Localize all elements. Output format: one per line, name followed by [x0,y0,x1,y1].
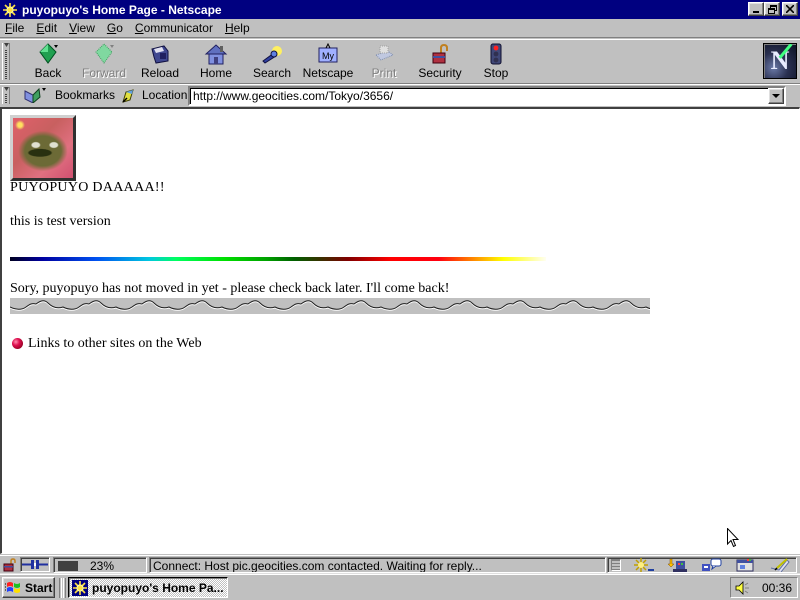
windows-logo-icon [5,580,22,595]
start-label: Start [25,580,53,595]
notice-text: Sory, puyopuyo has not moved in yet - pl… [10,281,450,296]
menu-file-rest: ile [12,21,25,35]
back-button[interactable]: Back [20,42,76,82]
mailbox-icon[interactable] [667,558,689,572]
home-icon [204,43,228,65]
print-icon [372,43,396,65]
menu-bar: File Edit View Go Communicator Help [0,19,800,38]
discussion-groups-icon[interactable] [701,558,723,572]
home-button[interactable]: Home [188,42,244,82]
page-subtext: this is test version [10,214,111,229]
menu-go-rest: o [116,21,123,35]
component-bar-grip[interactable] [611,559,621,571]
url-input[interactable] [188,86,786,106]
system-tray: 00:36 [730,577,798,598]
taskbar-netscape-window-button[interactable]: puyopuyo's Home Pa... [68,577,228,598]
svg-text:My: My [322,51,334,61]
netscape-logo[interactable]: N [763,43,797,79]
bookmarks-icon[interactable] [24,87,46,105]
toolbar-grip-handle[interactable] [2,43,10,80]
volume-speaker-icon[interactable] [734,580,750,596]
menu-communicator[interactable]: Communicator [129,21,219,35]
windows-taskbar: Start puyopuyo's Home Pa... 00:36 [0,573,800,600]
navigation-toolbar: Back Forward Reload Home Search My Netsc… [0,39,800,84]
security-lock-icon [428,43,452,65]
clock: 00:36 [762,580,793,595]
composer-edit-icon[interactable] [769,558,791,573]
component-bar [607,557,797,573]
my-netscape-icon: My [316,42,340,65]
url-history-dropdown[interactable] [768,88,784,104]
page-content: PUYOPUYO DAAAAA!! this is test version S… [0,107,800,554]
page-proxy-icon[interactable] [120,88,136,104]
back-arrow-icon [36,43,60,65]
location-toolbar: Bookmarks Location: [0,84,800,106]
quicklaunch-grip[interactable] [63,578,66,598]
progress-fill [58,561,78,571]
task-label: puyopuyo's Home Pa... [92,580,224,595]
links-link[interactable]: Links to other sites on the Web [28,336,202,352]
stop-icon [484,43,508,65]
avatar-image [10,115,76,181]
security-status-icon[interactable] [2,558,18,572]
menu-edit[interactable]: Edit [30,21,63,35]
mouse-cursor-icon [727,528,739,548]
wavy-line-highlight [10,301,650,311]
reload-icon [148,43,172,65]
search-button[interactable]: Search [244,42,300,82]
navigator-icon[interactable] [633,558,655,572]
connection-status-icon[interactable] [20,557,50,572]
menu-edit-rest: dit [44,21,58,35]
menu-view[interactable]: View [63,21,101,35]
bookmarks-button[interactable]: Bookmarks [55,88,115,102]
red-ball-bullet-icon [12,338,23,349]
title-bar[interactable]: puyopuyo's Home Page - Netscape [0,0,800,19]
rainbow-divider [10,257,546,261]
progress-bar: 23% [53,557,147,573]
location-grip-handle[interactable] [2,87,10,104]
taskbar-separator [59,578,62,598]
status-message: Connect: Host pic.geocities.com contacte… [149,557,606,573]
start-button[interactable]: Start [2,577,55,598]
progress-percent: 23% [90,559,115,573]
location-label: Location: [142,88,191,102]
menu-help-rest: elp [233,21,250,35]
restore-button[interactable] [764,2,780,16]
netscape-app-icon[interactable] [2,1,18,18]
composer-icon[interactable] [735,558,757,572]
menu-go[interactable]: Go [101,21,129,35]
menu-communicator-rest: ommunicator [143,21,213,35]
menu-file[interactable]: File [0,21,30,35]
menu-view-rest: iew [76,21,95,35]
security-button[interactable]: Security [412,42,468,82]
close-button[interactable] [782,2,798,16]
netscape-task-icon [72,579,88,596]
search-icon [260,43,284,65]
reload-button[interactable]: Reload [132,42,188,82]
print-button[interactable]: Print [356,42,412,82]
stop-button[interactable]: Stop [468,42,524,82]
page-heading: PUYOPUYO DAAAAA!! [10,180,165,195]
status-bar: 23% Connect: Host pic.geocities.com cont… [0,555,800,573]
my-netscape-button[interactable]: My Netscape [300,42,356,82]
wavy-divider [10,298,650,314]
forward-arrow-icon [92,43,116,65]
window-title: puyopuyo's Home Page - Netscape [22,2,222,17]
menu-help[interactable]: Help [219,21,256,35]
forward-button[interactable]: Forward [76,42,132,82]
minimize-button[interactable] [748,2,764,16]
